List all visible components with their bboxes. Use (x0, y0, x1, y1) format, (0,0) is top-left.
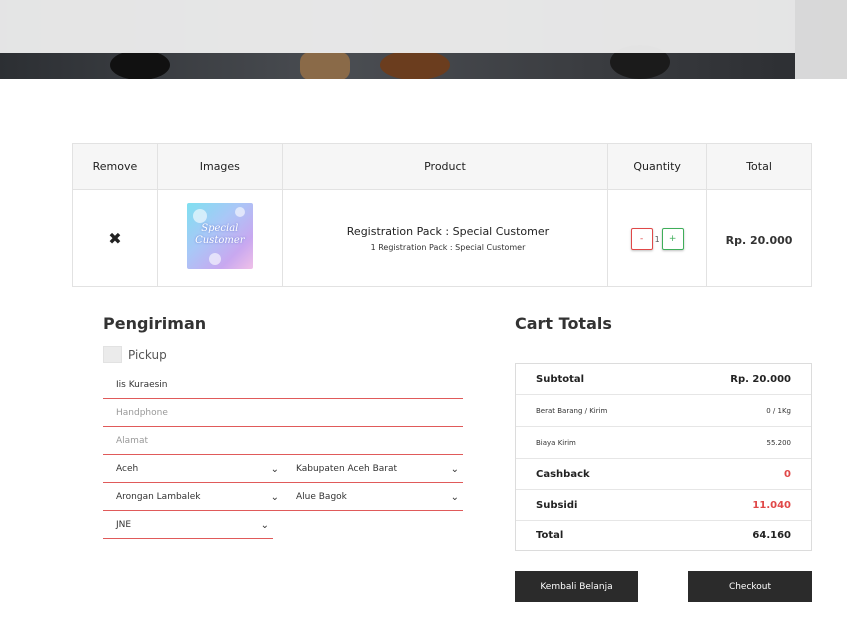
cashback-row: Cashback 0 (516, 459, 811, 490)
pickup-checkbox[interactable] (103, 346, 122, 363)
cashback-value: 0 (784, 468, 791, 480)
col-total: Total (706, 143, 812, 190)
col-remove: Remove (72, 143, 158, 190)
courier-value: JNE (116, 520, 132, 530)
quantity-decrease-button[interactable]: - (630, 228, 653, 250)
province-value: Aceh (116, 464, 139, 474)
chevron-down-icon: ⌄ (270, 463, 279, 475)
phone-placeholder: Handphone (116, 408, 168, 418)
district-select[interactable]: Arongan Lambalek ⌄ (103, 484, 283, 511)
subtotal-row: Subtotal Rp. 20.000 (516, 364, 811, 395)
col-product: Product (281, 143, 609, 190)
regency-select[interactable]: Kabupaten Aceh Barat ⌄ (283, 456, 463, 483)
table-row: ✖ Special Customer Registration Pack : S… (72, 189, 812, 287)
weight-label: Berat Barang / Kirim (536, 406, 608, 415)
col-quantity: Quantity (607, 143, 708, 190)
chevron-down-icon: ⌄ (450, 463, 459, 475)
village-value: Alue Bagok (296, 492, 347, 502)
cashback-label: Cashback (536, 468, 590, 480)
product-cell: Registration Pack : Special Customer 1 R… (281, 189, 609, 287)
address-placeholder: Alamat (116, 436, 148, 446)
quantity-stepper: - 1 + (630, 228, 684, 250)
chevron-down-icon: ⌄ (260, 519, 269, 531)
shipping-title: Pengiriman (103, 314, 207, 333)
subsidy-value: 11.040 (752, 499, 791, 511)
image-text: Special (201, 223, 239, 234)
close-icon[interactable]: ✖ (108, 229, 121, 248)
cart-totals-title: Cart Totals (515, 314, 612, 333)
total-cell: Rp. 20.000 (706, 189, 812, 287)
province-select[interactable]: Aceh ⌄ (103, 456, 283, 483)
grand-total-label: Total (536, 530, 564, 541)
subtotal-label: Subtotal (536, 373, 585, 385)
pickup-label: Pickup (128, 347, 167, 362)
chevron-down-icon: ⌄ (270, 491, 279, 503)
pickup-option: Pickup (103, 346, 167, 363)
quantity-cell: - 1 + (607, 189, 708, 287)
cart-table-header: Remove Images Product Quantity Total (72, 143, 812, 190)
hero-shoe-shape (380, 50, 450, 79)
row-total: Rp. 20.000 (725, 233, 793, 247)
image-text: Customer (195, 235, 245, 246)
subsidy-row: Subsidi 11.040 (516, 490, 811, 521)
subsidy-label: Subsidi (536, 499, 578, 511)
cart-table: Remove Images Product Quantity Total ✖ S… (72, 143, 812, 287)
hero-shoe-shape (110, 50, 170, 79)
name-field[interactable]: Iis Kuraesin (103, 372, 463, 399)
continue-shopping-button[interactable]: Kembali Belanja (515, 571, 638, 602)
col-images: Images (156, 143, 283, 190)
chevron-down-icon: ⌄ (450, 491, 459, 503)
hero-bag-shape (300, 52, 350, 79)
remove-cell: ✖ (72, 189, 158, 287)
quantity-value[interactable]: 1 (655, 235, 660, 244)
name-value: Iis Kuraesin (116, 380, 168, 390)
product-description: 1 Registration Pack : Special Customer (370, 242, 526, 252)
header-overlay-side (795, 0, 847, 79)
cart-totals-table: Subtotal Rp. 20.000 Berat Barang / Kirim… (515, 363, 812, 551)
shipping-cost-row: Biaya Kirim 55.200 (516, 427, 811, 459)
image-cell: Special Customer (156, 189, 283, 287)
product-image[interactable]: Special Customer (186, 203, 253, 269)
product-name[interactable]: Registration Pack : Special Customer (290, 225, 606, 238)
header-overlay-bar (0, 0, 795, 53)
subtotal-value: Rp. 20.000 (730, 373, 791, 385)
village-select[interactable]: Alue Bagok ⌄ (283, 484, 463, 511)
weight-row: Berat Barang / Kirim 0 / 1Kg (516, 395, 811, 427)
hero-banner (0, 0, 847, 79)
courier-select[interactable]: JNE ⌄ (103, 512, 273, 539)
grand-total-value: 64.160 (752, 530, 791, 541)
weight-value: 0 / 1Kg (766, 406, 791, 415)
quantity-increase-button[interactable]: + (661, 228, 684, 250)
grand-total-row: Total 64.160 (516, 521, 811, 550)
district-value: Arongan Lambalek (116, 492, 201, 502)
shipping-cost-value: 55.200 (766, 438, 792, 447)
shipping-cost-label: Biaya Kirim (536, 438, 576, 447)
phone-field[interactable]: Handphone (103, 400, 463, 427)
checkout-button[interactable]: Checkout (688, 571, 812, 602)
address-field[interactable]: Alamat (103, 428, 463, 455)
regency-value: Kabupaten Aceh Barat (296, 464, 398, 474)
